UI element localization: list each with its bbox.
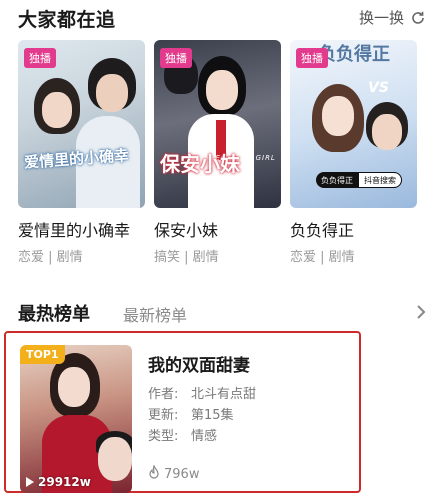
meta-value: 北斗有点甜 [191, 387, 257, 402]
top-rank-badge: TOP1 [20, 345, 65, 364]
meta-type: 类型: 情感 [148, 425, 217, 444]
meta-value: 第15集 [191, 408, 234, 423]
drama-title[interactable]: 保安小妹 [154, 217, 281, 241]
drama-tags: 恋爱 | 剧情 [290, 250, 355, 265]
meta-value: 情感 [191, 429, 218, 444]
hot-count-value: 796w [164, 466, 200, 482]
exclusive-badge: 独播 [296, 48, 328, 68]
refresh-label: 换一换 [358, 9, 404, 27]
drama-poster[interactable]: SECURITY GIRL 保安小妹 独播 [154, 40, 281, 208]
meta-update: 更新: 第15集 [148, 404, 234, 423]
recommend-cards: 爱情里的小确幸 独播 爱情里的小确幸 恋爱 | 剧情 SECURITY GIRL… [18, 40, 428, 270]
play-count-value: 29912w [38, 475, 91, 489]
refresh-button[interactable]: 换一换 [359, 7, 426, 28]
chevron-right-icon[interactable] [414, 302, 428, 322]
play-count: 29912w [26, 475, 91, 489]
drama-card[interactable]: 爱情里的小确幸 独播 爱情里的小确幸 恋爱 | 剧情 [18, 40, 145, 265]
poster-title: 负负得正 [318, 44, 390, 65]
section-header: 大家都在追 换一换 [18, 5, 426, 31]
meta-label: 作者: [148, 387, 179, 402]
meta-author: 作者: 北斗有点甜 [148, 383, 256, 402]
meta-label: 类型: [148, 429, 179, 444]
drama-card[interactable]: SECURITY GIRL 保安小妹 独播 保安小妹 搞笑 | 剧情 [154, 40, 281, 265]
tab-hottest[interactable]: 最热榜单 [18, 300, 90, 326]
ranking-tabs: 最热榜单 最新榜单 [18, 300, 430, 326]
drama-title[interactable]: 负负得正 [290, 217, 417, 241]
section-title: 大家都在追 [18, 9, 116, 31]
drama-poster[interactable]: 爱情里的小确幸 独播 [18, 40, 145, 208]
poster-search-tag: 负负得正 抖音搜索 [316, 172, 402, 188]
flame-icon [148, 464, 160, 483]
ranking-poster[interactable]: TOP1 29912w [20, 345, 132, 493]
ranking-item[interactable]: TOP1 29912w 我的双面甜妻 作者: 北斗有点甜 更新: 第15集 类型: 情… [4, 331, 361, 493]
tab-newest[interactable]: 最新榜单 [123, 302, 187, 326]
ranking-title[interactable]: 我的双面甜妻 [148, 351, 250, 376]
exclusive-badge: 独播 [24, 48, 56, 68]
meta-label: 更新: [148, 408, 179, 423]
drama-title[interactable]: 爱情里的小确幸 [18, 217, 145, 241]
play-icon [26, 477, 34, 487]
drama-tags: 恋爱 | 剧情 [18, 250, 83, 265]
drama-card[interactable]: 负负得正 VS 负负得正 抖音搜索 独播 负负得正 恋爱 | 剧情 [290, 40, 417, 265]
poster-vs: VS [368, 80, 389, 96]
poster-title: 保安小妹 [160, 152, 240, 176]
drama-tags: 搞笑 | 剧情 [154, 250, 219, 265]
refresh-icon [410, 10, 426, 26]
exclusive-badge: 独播 [160, 48, 192, 68]
poster-tag-right: 抖音搜索 [358, 172, 402, 188]
poster-tag-left: 负负得正 [321, 175, 353, 185]
ranking-info: 我的双面甜妻 作者: 北斗有点甜 更新: 第15集 类型: 情感 796w [148, 351, 353, 487]
drama-poster[interactable]: 负负得正 VS 负负得正 抖音搜索 独播 [290, 40, 417, 208]
hot-count: 796w [148, 464, 200, 483]
